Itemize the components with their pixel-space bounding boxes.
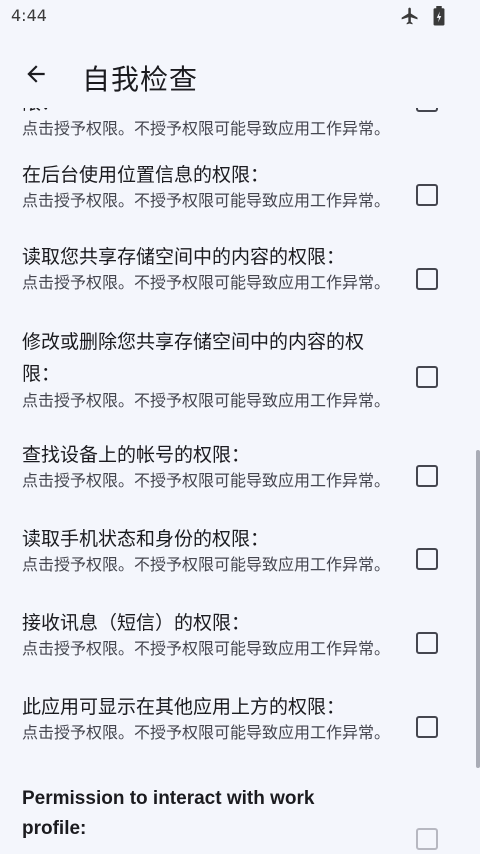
permission-title: Permission to interact with work profile… [22, 788, 315, 839]
status-time: 4:44 [11, 6, 47, 25]
permission-checkbox[interactable] [416, 184, 438, 206]
page-title: 自我检查 [82, 63, 199, 96]
permission-title: 在后台使用位置信息的权限： [22, 164, 270, 186]
permission-checkbox[interactable] [416, 366, 438, 388]
scrollbar[interactable] [476, 450, 480, 768]
permission-item[interactable]: 读取手机状态和身份的权限： 点击授予权限。不授予权限可能导致应用工作异常。 [0, 522, 480, 606]
battery-icon [432, 6, 446, 30]
permission-summary: 点击授予权限。不授予权限可能导致应用工作异常。 [22, 471, 391, 490]
permission-checkbox[interactable] [416, 632, 438, 654]
permission-summary: 点击授予权限。不授予权限可能导致应用工作异常。 [22, 639, 391, 658]
permission-summary: 点击授予权限。不授予权限可能导致应用工作异常。 [22, 273, 391, 292]
permission-item[interactable]: 修改或删除您共享存储空间中的内容的权限： 点击授予权限。不授予权限可能导致应用工… [0, 322, 480, 438]
permission-summary: 点击授予权限。不授予权限可能导致应用工作异常。 [22, 555, 391, 574]
permission-title: 读取手机状态和身份的权限： [22, 528, 270, 550]
permission-checkbox[interactable] [416, 716, 438, 738]
permission-checkbox[interactable] [416, 465, 438, 487]
permission-checkbox[interactable] [416, 828, 438, 850]
permission-item[interactable]: 限： 点击授予权限。不授予权限可能导致应用工作异常。 [0, 108, 480, 156]
permission-checkbox[interactable] [416, 108, 438, 112]
permission-checkbox[interactable] [416, 548, 438, 570]
permission-item[interactable]: Permission to interact with work profile… [0, 774, 480, 854]
permission-title: 限： [22, 108, 402, 118]
permission-item[interactable]: 在后台使用位置信息的权限： 点击授予权限。不授予权限可能导致应用工作异常。 [0, 156, 480, 240]
permission-title: 此应用可显示在其他应用上方的权限： [22, 696, 346, 718]
permission-title: 查找设备上的帐号的权限： [22, 444, 251, 466]
permission-summary: 点击授予权限。不授予权限可能导致应用工作异常。 [22, 191, 391, 210]
arrow-left-icon [23, 61, 49, 91]
permission-summary: 点击授予权限。不授予权限可能导致应用工作异常。 [22, 723, 391, 742]
permission-list[interactable]: 限： 点击授予权限。不授予权限可能导致应用工作异常。 在后台使用位置信息的权限：… [0, 108, 480, 854]
status-icons [400, 6, 446, 30]
status-bar: 4:44 [0, 0, 480, 34]
permission-item[interactable]: 接收讯息（短信）的权限： 点击授予权限。不授予权限可能导致应用工作异常。 [0, 606, 480, 690]
back-button[interactable] [16, 56, 56, 96]
permission-summary: 点击授予权限。不授予权限可能导致应用工作异常。 [22, 119, 391, 138]
permission-summary: 点击授予权限。不授予权限可能导致应用工作异常。 [22, 391, 391, 410]
permission-title: 接收讯息（短信）的权限： [22, 612, 251, 634]
permission-item[interactable]: 此应用可显示在其他应用上方的权限： 点击授予权限。不授予权限可能导致应用工作异常… [0, 690, 480, 774]
app-bar: 自我检查 [0, 44, 480, 108]
permission-title: 修改或删除您共享存储空间中的内容的权限： [22, 331, 365, 385]
permission-checkbox[interactable] [416, 268, 438, 290]
airplane-icon [400, 6, 420, 30]
permission-title: 读取您共享存储空间中的内容的权限： [22, 246, 346, 268]
permission-item[interactable]: 读取您共享存储空间中的内容的权限： 点击授予权限。不授予权限可能导致应用工作异常… [0, 240, 480, 322]
permission-item[interactable]: 查找设备上的帐号的权限： 点击授予权限。不授予权限可能导致应用工作异常。 [0, 438, 480, 522]
